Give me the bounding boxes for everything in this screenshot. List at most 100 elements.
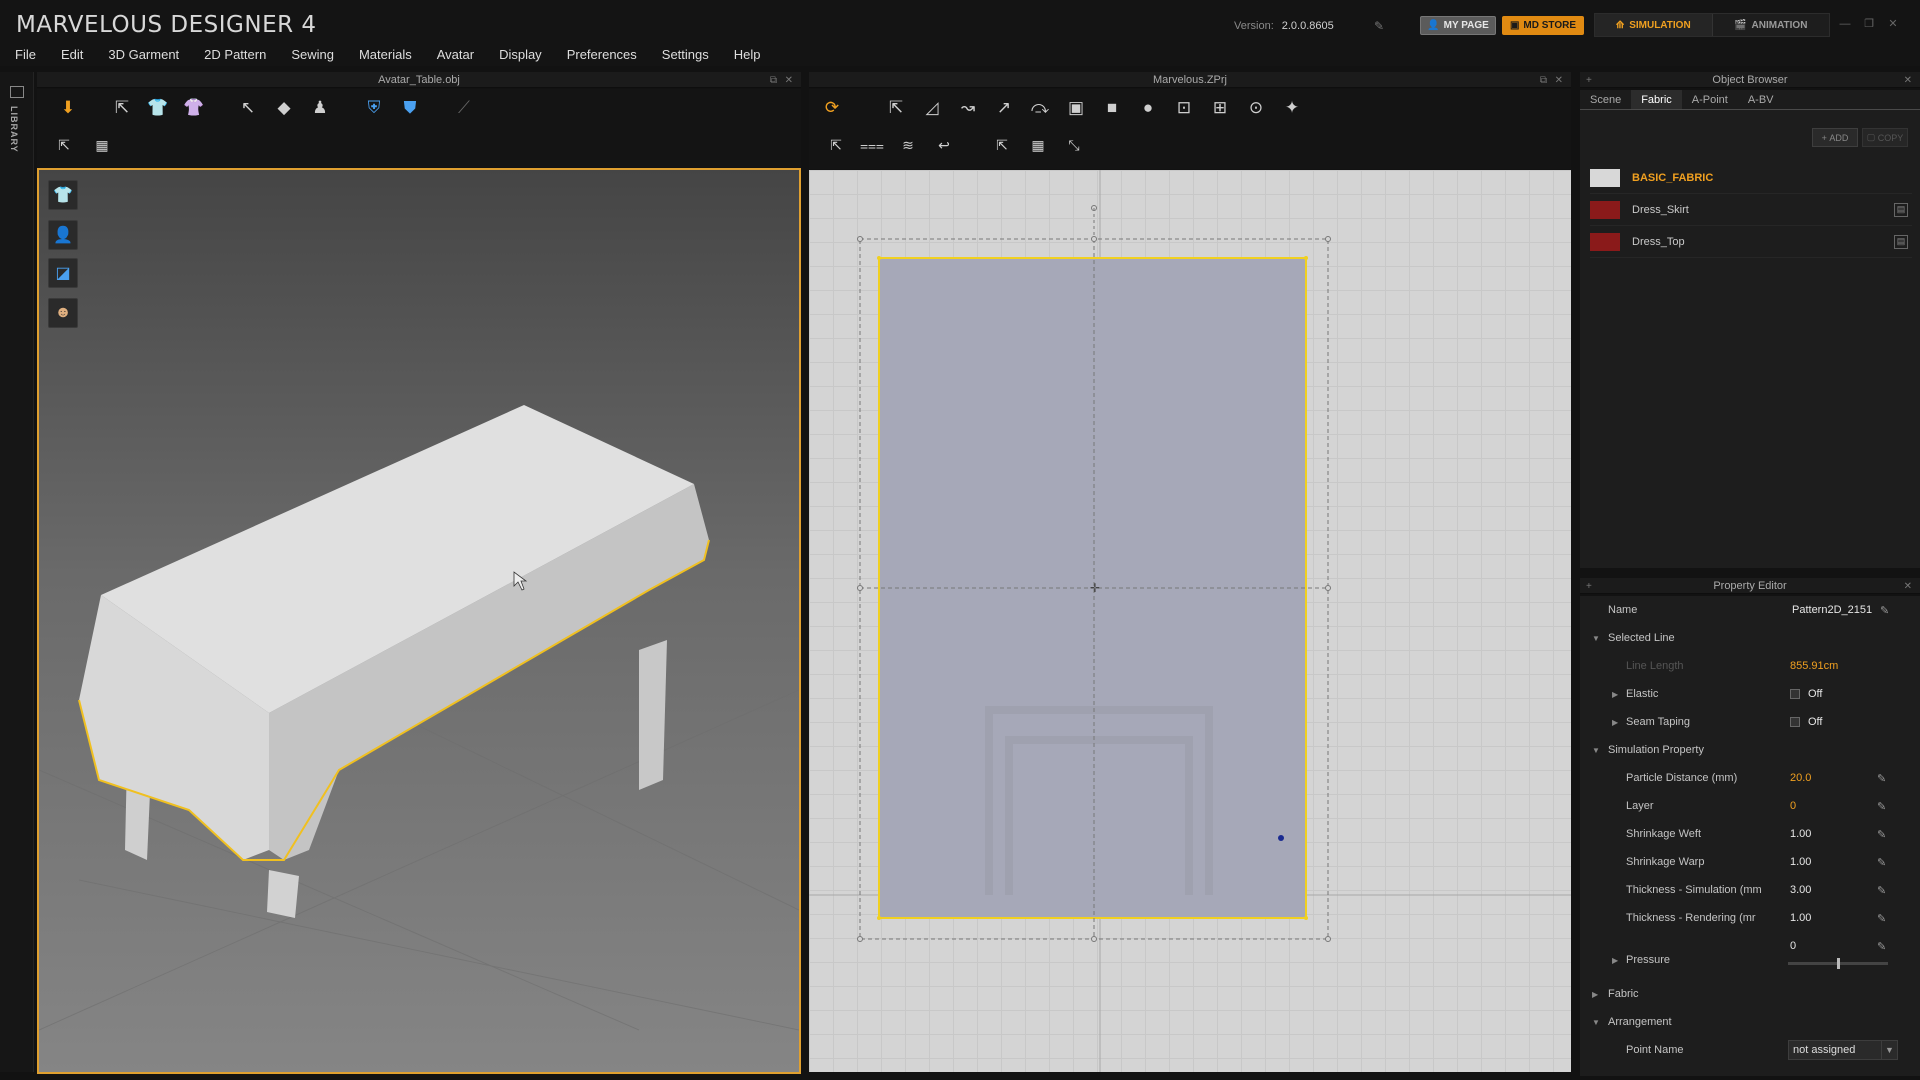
fabric-swatch[interactable] xyxy=(1590,168,1620,187)
internal-rectangle-icon[interactable]: ⊞ xyxy=(1205,95,1235,121)
add-point-icon[interactable]: ↗ xyxy=(989,95,1019,121)
select-mesh-icon[interactable]: ⇱ xyxy=(51,133,77,157)
close-panel-icon[interactable]: ✕ xyxy=(1555,73,1563,89)
edit-icon[interactable]: ✎ xyxy=(1880,604,1889,617)
menu-avatar[interactable]: Avatar xyxy=(437,47,474,62)
rectangle-icon[interactable]: ■ xyxy=(1097,95,1127,121)
menu-3d-garment[interactable]: 3D Garment xyxy=(108,47,179,62)
dock-icon[interactable]: + xyxy=(1586,579,1592,595)
menu-display[interactable]: Display xyxy=(499,47,542,62)
viewport-3d[interactable]: 👕 👤 ◪ ☻ xyxy=(37,168,801,1074)
segment-sewing-icon[interactable]: ⩶ xyxy=(859,133,885,157)
dart-icon[interactable]: ✦ xyxy=(1277,95,1307,121)
close-panel-icon[interactable]: ✕ xyxy=(1904,579,1912,595)
menu-preferences[interactable]: Preferences xyxy=(567,47,637,62)
edit-curve-icon[interactable]: ↝ xyxy=(953,95,983,121)
menu-materials[interactable]: Materials xyxy=(359,47,412,62)
simulation-mode-button[interactable]: ⟰ SIMULATION xyxy=(1595,14,1713,36)
fold-sewing-icon[interactable]: ↩ xyxy=(931,133,957,157)
expand-icon[interactable]: ▶ xyxy=(1612,956,1618,965)
section-arrangement[interactable]: ▼ Arrangement xyxy=(1580,1008,1920,1036)
measure-icon[interactable]: ⟋ xyxy=(449,95,479,121)
delete-icon[interactable]: ▤ xyxy=(1894,202,1908,217)
fabric-swatch[interactable] xyxy=(1590,232,1620,251)
avatar-tool-icon[interactable]: ♟ xyxy=(305,95,335,121)
menu-settings[interactable]: Settings xyxy=(662,47,709,62)
internal-circle-icon[interactable]: ⊙ xyxy=(1241,95,1271,121)
dress-front-icon[interactable]: ⛨ xyxy=(359,95,389,121)
float-icon[interactable]: ⧉ xyxy=(1540,73,1547,89)
pin-icon[interactable]: ↖ xyxy=(233,95,263,121)
animation-mode-button[interactable]: 🎬 ANIMATION xyxy=(1713,14,1830,36)
texture-icon[interactable]: ▦ xyxy=(89,133,115,157)
expand-icon[interactable]: ▼ xyxy=(1592,634,1600,643)
fabric-item-basic[interactable]: BASIC_FABRIC xyxy=(1590,162,1912,194)
maximize-icon[interactable]: ❐ xyxy=(1862,18,1876,30)
dock-icon[interactable]: + xyxy=(1586,73,1592,89)
tab-a-point[interactable]: A-Point xyxy=(1682,90,1738,109)
tab-fabric[interactable]: Fabric xyxy=(1631,90,1682,109)
prop-value[interactable]: 1.00 xyxy=(1790,828,1811,840)
menu-edit[interactable]: Edit xyxy=(61,47,83,62)
refresh-icon[interactable]: ⟳ xyxy=(817,95,847,121)
edit-icon[interactable]: ✎ xyxy=(1877,828,1886,841)
expand-icon[interactable]: ▶ xyxy=(1612,690,1618,699)
close-icon[interactable]: ✕ xyxy=(1886,18,1900,30)
tab-a-bv[interactable]: A-BV xyxy=(1738,90,1784,109)
elastic-toggle[interactable]: Off xyxy=(1790,688,1822,700)
texture-grid-icon[interactable]: ▦ xyxy=(1025,133,1051,157)
edit-icon[interactable]: ✎ xyxy=(1877,800,1886,813)
edit-icon[interactable]: ✎ xyxy=(1877,856,1886,869)
select-garment-icon[interactable]: 👕 xyxy=(143,95,173,121)
fabric-swatch[interactable] xyxy=(1590,200,1620,219)
close-panel-icon[interactable]: ✕ xyxy=(1904,73,1912,89)
circle-icon[interactable]: ● xyxy=(1133,95,1163,121)
select-move-icon[interactable]: ⇱ xyxy=(107,95,137,121)
checkbox[interactable] xyxy=(1790,689,1800,700)
section-fabric[interactable]: ▶ Fabric xyxy=(1580,980,1920,1008)
close-panel-icon[interactable]: ✕ xyxy=(785,73,793,89)
point-name-select[interactable]: not assigned ▼ xyxy=(1788,1040,1898,1060)
section-simulation-property[interactable]: ▼ Simulation Property xyxy=(1580,736,1920,764)
simulate-icon[interactable]: ⬇ xyxy=(53,95,83,121)
expand-icon[interactable]: ▼ xyxy=(1592,746,1600,755)
internal-polygon-icon[interactable]: ⊡ xyxy=(1169,95,1199,121)
curve-point-icon[interactable]: ⤼ xyxy=(1025,95,1055,121)
prop-value[interactable]: 1.00 xyxy=(1790,856,1811,868)
edit-icon[interactable]: ✎ xyxy=(1877,772,1886,785)
my-page-button[interactable]: 👤 MY PAGE xyxy=(1420,16,1496,35)
fabric-item-dress-skirt[interactable]: Dress_Skirt ▤ xyxy=(1590,194,1912,226)
edit-pattern-icon[interactable]: ◿ xyxy=(917,95,947,121)
edit-sewing-icon[interactable]: ⇱ xyxy=(823,133,849,157)
fabric-item-dress-top[interactable]: Dress_Top ▤ xyxy=(1590,226,1912,258)
prop-value[interactable]: 1.00 xyxy=(1790,912,1811,924)
md-store-button[interactable]: ▣ MD STORE xyxy=(1502,16,1584,35)
menu-file[interactable]: File xyxy=(15,47,36,62)
expand-icon[interactable]: ▼ xyxy=(1592,1018,1600,1027)
menu-sewing[interactable]: Sewing xyxy=(291,47,334,62)
prop-value[interactable]: 20.0 xyxy=(1790,772,1811,784)
free-sewing-icon[interactable]: ≋ xyxy=(895,133,921,157)
section-selected-line[interactable]: ▼ Selected Line xyxy=(1580,624,1920,652)
transform-pattern-icon[interactable]: ⇱ xyxy=(881,95,911,121)
prop-value[interactable]: 0 xyxy=(1790,800,1796,812)
select-texture-icon[interactable]: ⇱ xyxy=(989,133,1015,157)
copy-button[interactable]: ▢ COPY xyxy=(1862,128,1908,147)
float-icon[interactable]: ⧉ xyxy=(770,73,777,89)
delete-icon[interactable]: ▤ xyxy=(1894,234,1908,249)
fold-icon[interactable]: ◆ xyxy=(269,95,299,121)
checkbox[interactable] xyxy=(1790,717,1800,728)
add-button[interactable]: + ADD xyxy=(1812,128,1858,147)
menu-help[interactable]: Help xyxy=(734,47,761,62)
polygon-icon[interactable]: ▣ xyxy=(1061,95,1091,121)
seam-taping-toggle[interactable]: Off xyxy=(1790,716,1822,728)
viewport-2d[interactable]: ✛ xyxy=(809,170,1571,1072)
prop-name-value[interactable]: Pattern2D_2151 xyxy=(1792,604,1872,616)
tab-scene[interactable]: Scene xyxy=(1580,90,1631,109)
prop-value[interactable]: 3.00 xyxy=(1790,884,1811,896)
edit-icon[interactable]: ✎ xyxy=(1877,912,1886,925)
expand-icon[interactable]: ▶ xyxy=(1592,990,1598,999)
pressure-slider[interactable] xyxy=(1788,958,1888,969)
garment-tool-icon[interactable]: 👚 xyxy=(179,95,209,121)
menu-2d-pattern[interactable]: 2D Pattern xyxy=(204,47,266,62)
